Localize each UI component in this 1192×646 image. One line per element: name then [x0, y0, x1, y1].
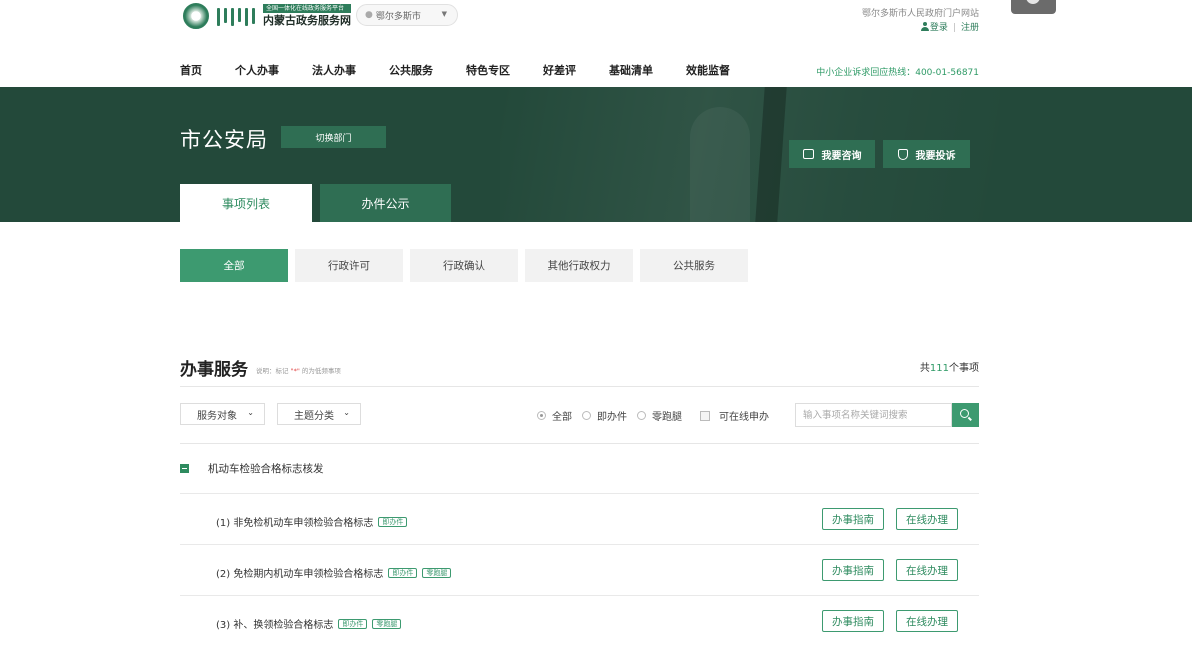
instant-tag: 即办件: [338, 618, 368, 629]
guide-button[interactable]: 办事指南: [822, 508, 884, 530]
department-title: 市公安局: [180, 128, 268, 152]
radio-instant-label[interactable]: 即办件: [597, 408, 627, 423]
service-group-header: 机动车检验合格标志核发: [180, 461, 324, 476]
nav-item-legal-person[interactable]: 法人办事: [312, 62, 356, 78]
list-item: (1) 非免检机动车申领检验合格标志 即办件 办事指南 在线办理: [180, 494, 979, 545]
chevron-down-icon: ⌄: [343, 408, 350, 417]
chevron-down-icon: ⌄: [247, 408, 254, 417]
caret-down-icon: ▼: [441, 10, 447, 18]
location-selector[interactable]: ● 鄂尔多斯市 ▼: [356, 4, 458, 26]
switch-department-button[interactable]: 切换部门: [281, 126, 386, 148]
guide-button[interactable]: 办事指南: [822, 610, 884, 632]
search-button[interactable]: [952, 403, 979, 427]
instant-tag: 即办件: [378, 516, 408, 527]
register-link[interactable]: 注册: [961, 23, 979, 33]
radio-all[interactable]: [537, 411, 546, 420]
divider: [180, 386, 979, 387]
item-title: (2) 免检期内机动车申领检验合格标志: [216, 569, 384, 580]
category-admin-license[interactable]: 行政许可: [295, 249, 403, 282]
online-apply-label[interactable]: 可在线申办: [719, 408, 769, 423]
instant-tag: 即办件: [388, 567, 418, 578]
shield-icon: [897, 148, 908, 160]
list-item: (2) 免检期内机动车申领检验合格标志 即办件 零跑腿 办事指南 在线办理: [180, 545, 979, 596]
login-link[interactable]: 登录: [930, 23, 948, 33]
nav-item-public-service[interactable]: 公共服务: [389, 62, 433, 78]
complain-label: 我要投诉: [915, 150, 956, 162]
complain-button[interactable]: 我要投诉: [883, 140, 970, 168]
divider: [180, 443, 979, 444]
group-title: 机动车检验合格标志核发: [208, 463, 324, 475]
item-title: (3) 补、换领检验合格标志: [216, 620, 334, 631]
gov-portal-link[interactable]: 鄂尔多斯市人民政府门户网站: [862, 6, 979, 19]
search-input[interactable]: [795, 403, 952, 427]
type-filter: 全部 即办件 零跑腿 可在线申办: [537, 408, 779, 423]
item-count: 共111个事项: [919, 363, 979, 374]
location-pin-icon: ●: [365, 10, 373, 20]
site-logo[interactable]: 全国一体化在线政务服务平台 内蒙古政务服务网: [183, 3, 351, 29]
radio-zero-trip-label[interactable]: 零跑腿: [652, 408, 682, 423]
user-icon: [920, 22, 929, 31]
mongolian-script-logo: [215, 6, 259, 26]
item-title: (1) 非免检机动车申领检验合格标志: [216, 518, 374, 529]
category-filter: 全部 行政许可 行政确认 其他行政权力 公共服务: [180, 249, 755, 282]
nav-item-supervision[interactable]: 效能监督: [686, 62, 730, 78]
category-other-power[interactable]: 其他行政权力: [525, 249, 633, 282]
corner-tool-button[interactable]: [1011, 0, 1056, 14]
online-handle-button[interactable]: 在线办理: [896, 508, 958, 530]
category-all[interactable]: 全部: [180, 249, 288, 282]
main-nav: 首页 个人办事 法人办事 公共服务 特色专区 好差评 基础清单 效能监督: [180, 62, 763, 78]
collapse-icon[interactable]: [180, 464, 189, 473]
nav-item-basic-list[interactable]: 基础清单: [609, 62, 653, 78]
location-label: 鄂尔多斯市: [375, 11, 421, 22]
consult-label: 我要咨询: [821, 150, 862, 162]
list-item: (3) 补、换领检验合格标志 即办件 零跑腿 办事指南 在线办理: [180, 596, 979, 646]
online-apply-checkbox[interactable]: [700, 410, 710, 421]
nav-item-personal[interactable]: 个人办事: [235, 62, 279, 78]
logo-subtitle: 全国一体化在线政务服务平台: [263, 4, 351, 13]
radio-zero-trip[interactable]: [637, 411, 646, 420]
chat-icon: [802, 149, 814, 159]
radio-all-label[interactable]: 全部: [552, 408, 572, 423]
nav-item-special[interactable]: 特色专区: [466, 62, 510, 78]
section-title: 办事服务: [180, 360, 248, 380]
service-object-dropdown[interactable]: 服务对象 ⌄: [180, 403, 265, 425]
nav-item-rating[interactable]: 好差评: [543, 62, 576, 78]
guide-button[interactable]: 办事指南: [822, 559, 884, 581]
tab-case-publicity[interactable]: 办件公示: [320, 184, 451, 222]
zero-trip-tag: 零跑腿: [372, 618, 402, 629]
online-handle-button[interactable]: 在线办理: [896, 559, 958, 581]
category-public-service[interactable]: 公共服务: [640, 249, 748, 282]
auth-links: 登录 | 注册: [920, 20, 979, 33]
emblem-icon: [183, 3, 209, 29]
consult-button[interactable]: 我要咨询: [789, 140, 875, 168]
hotline-text: 中小企业诉求回应热线：400-01-56871: [816, 68, 979, 78]
nav-item-home[interactable]: 首页: [180, 62, 202, 78]
category-admin-confirm[interactable]: 行政确认: [410, 249, 518, 282]
logo-title: 内蒙古政务服务网: [263, 14, 351, 27]
online-handle-button[interactable]: 在线办理: [896, 610, 958, 632]
topic-dropdown[interactable]: 主题分类 ⌄: [277, 403, 361, 425]
site-header: 全国一体化在线政务服务平台 内蒙古政务服务网 ● 鄂尔多斯市 ▼ 鄂尔多斯市人民…: [0, 0, 1192, 87]
department-banner: 市公安局 切换部门 我要咨询 我要投诉 事项列表 办件公示: [0, 87, 1192, 222]
zero-trip-tag: 零跑腿: [422, 567, 452, 578]
section-note: 说明：标记 "*" 的为低频事项: [256, 367, 341, 375]
radio-instant[interactable]: [582, 411, 591, 420]
tab-item-list[interactable]: 事项列表: [180, 184, 312, 222]
